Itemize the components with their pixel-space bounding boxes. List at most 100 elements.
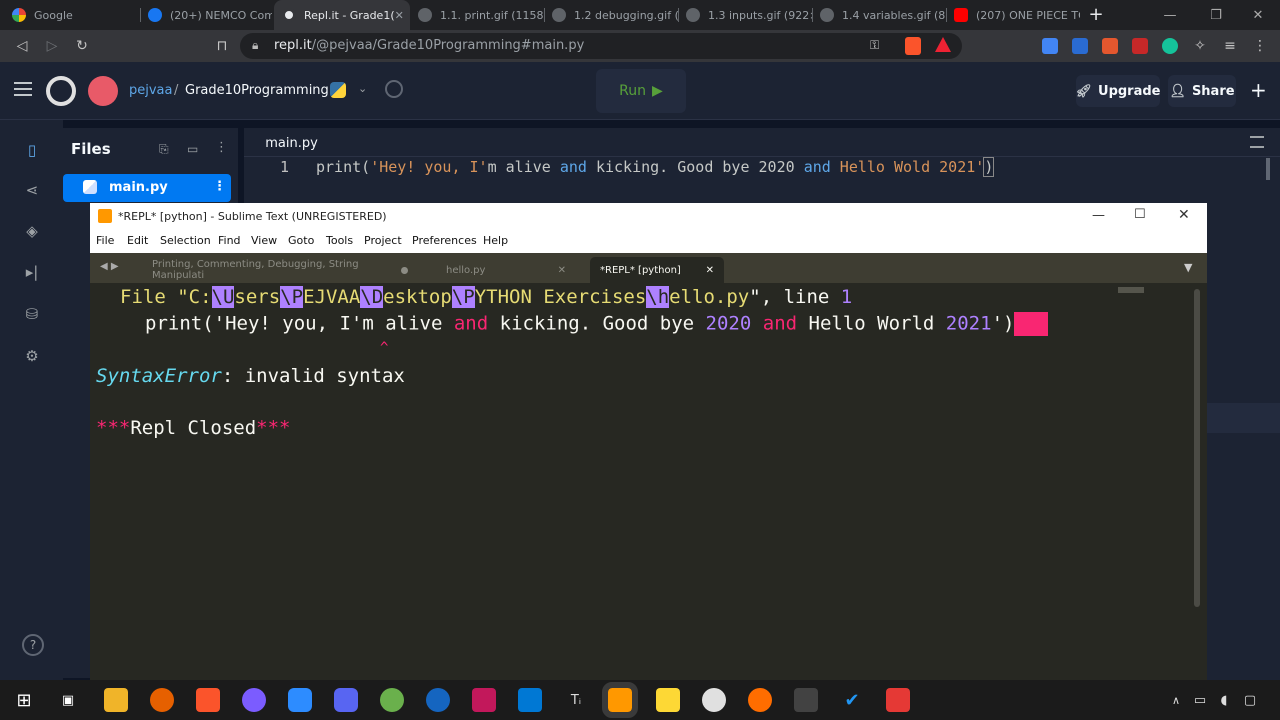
more-options-icon[interactable]: ⋮ bbox=[215, 140, 228, 155]
forward-icon[interactable]: ▷ bbox=[42, 36, 62, 56]
todo-icon[interactable]: ✔ bbox=[840, 688, 864, 712]
maximize-icon[interactable]: ❐ bbox=[1194, 0, 1238, 30]
network-icon[interactable] bbox=[426, 688, 450, 712]
brave-icon[interactable] bbox=[196, 688, 220, 712]
close-window-icon[interactable]: ✕ bbox=[1178, 207, 1190, 223]
close-tab-icon[interactable]: ✕ bbox=[706, 265, 714, 276]
replit-logo-icon[interactable] bbox=[46, 76, 76, 106]
sublime-text-icon[interactable] bbox=[602, 682, 638, 718]
new-folder-icon[interactable]: ▭ bbox=[187, 142, 198, 156]
notification-icon[interactable]: ▢ bbox=[1238, 688, 1262, 712]
hamburger-menu-icon[interactable] bbox=[14, 82, 32, 96]
key-icon[interactable]: ⚿ bbox=[870, 38, 879, 53]
chevron-up-icon[interactable]: ∧ bbox=[1164, 688, 1188, 712]
search-app-icon[interactable] bbox=[748, 688, 772, 712]
reload-icon[interactable]: ↻ bbox=[72, 36, 92, 56]
clock-icon[interactable] bbox=[702, 688, 726, 712]
new-tab-button[interactable]: + bbox=[1086, 4, 1106, 25]
extension-icon[interactable] bbox=[1132, 38, 1148, 54]
close-tab-icon[interactable]: ✕ bbox=[558, 265, 566, 276]
run-button[interactable]: Run ▶ bbox=[596, 69, 686, 113]
menu-edit[interactable]: Edit bbox=[127, 234, 148, 247]
editor-tab-main-py[interactable]: main.py bbox=[244, 128, 339, 158]
share-icon[interactable]: ⋖ bbox=[22, 180, 42, 200]
add-button[interactable]: + bbox=[1250, 78, 1267, 102]
terminal-icon[interactable] bbox=[794, 688, 818, 712]
editor-scrollbar[interactable] bbox=[1266, 158, 1270, 180]
minimize-icon[interactable]: — bbox=[1148, 0, 1192, 30]
firefox-icon[interactable] bbox=[150, 688, 174, 712]
minimap[interactable] bbox=[1118, 287, 1144, 293]
menu-view[interactable]: View bbox=[251, 234, 277, 247]
browser-tab[interactable]: 1.3 inputs.gif (922× bbox=[678, 0, 812, 30]
menu-goto[interactable]: Goto bbox=[288, 234, 314, 247]
task-view-icon[interactable]: ▣ bbox=[56, 688, 80, 712]
file-options-icon[interactable]: ⋮ bbox=[213, 179, 226, 194]
username-link[interactable]: pejvaa bbox=[129, 83, 173, 98]
grammarly-icon[interactable] bbox=[1162, 38, 1178, 54]
vscode-icon[interactable] bbox=[518, 688, 542, 712]
history-icon[interactable] bbox=[385, 80, 403, 98]
typora-icon[interactable]: Tᵢ bbox=[564, 688, 588, 712]
help-icon[interactable]: ? bbox=[22, 634, 44, 656]
sublime-tab[interactable]: hello.py ✕ bbox=[436, 257, 576, 283]
settings-icon[interactable]: ⚙ bbox=[22, 346, 42, 366]
android-icon[interactable] bbox=[380, 688, 404, 712]
download-icon[interactable] bbox=[1072, 38, 1088, 54]
close-window-icon[interactable]: ✕ bbox=[1236, 0, 1280, 30]
file-item-main-py[interactable]: main.py ⋮ bbox=[63, 174, 231, 202]
file-explorer-icon[interactable] bbox=[104, 688, 128, 712]
browser-tab[interactable]: (20+) NEMCO Comp bbox=[140, 0, 272, 30]
puzzle-icon[interactable]: ✧ bbox=[1190, 36, 1210, 56]
battery-icon[interactable]: ▭ bbox=[1188, 688, 1212, 712]
browser-tab[interactable]: (207) ONE PIECE TO bbox=[946, 0, 1080, 30]
files-icon[interactable]: ▯ bbox=[22, 140, 42, 160]
zoom-icon[interactable] bbox=[288, 688, 312, 712]
menu-file[interactable]: File bbox=[96, 234, 114, 247]
share-button[interactable]: 👤︎ Share bbox=[1168, 75, 1236, 107]
app-icon[interactable] bbox=[886, 688, 910, 712]
sticky-notes-icon[interactable] bbox=[656, 688, 680, 712]
avatar[interactable] bbox=[88, 76, 118, 106]
playlist-icon[interactable]: ≡ bbox=[1220, 36, 1240, 56]
menu-find[interactable]: Find bbox=[218, 234, 241, 247]
speaker-icon[interactable]: ◖ bbox=[1212, 688, 1236, 712]
brave-rewards-icon[interactable] bbox=[935, 37, 951, 52]
editor-menu-icon[interactable] bbox=[1250, 136, 1264, 148]
browser-tab[interactable]: 1.1. print.gif (1158× bbox=[410, 0, 544, 30]
minimize-icon[interactable]: — bbox=[1092, 208, 1105, 223]
tab-dropdown-icon[interactable]: ▼ bbox=[1184, 261, 1192, 274]
bookmark-icon[interactable]: ⊓ bbox=[212, 36, 232, 56]
chevron-down-icon[interactable]: ⌄ bbox=[358, 82, 367, 95]
sublime-tab[interactable]: Printing, Commenting, Debugging, String … bbox=[142, 257, 418, 283]
messenger-icon[interactable] bbox=[242, 688, 266, 712]
browser-tab[interactable]: 1.2 debugging.gif (9 bbox=[544, 0, 678, 30]
debugger-icon[interactable]: ▸| bbox=[22, 262, 42, 282]
discord-icon[interactable] bbox=[334, 688, 358, 712]
tab-nav-arrows-icon[interactable]: ◀ ▶ bbox=[100, 261, 119, 272]
menu-project[interactable]: Project bbox=[364, 234, 402, 247]
address-bar[interactable]: 🔒︎ repl.it/@pejvaa/Grade10Programming#ma… bbox=[240, 33, 962, 59]
close-tab-icon[interactable]: ✕ bbox=[395, 9, 404, 22]
sublime-tab-active[interactable]: *REPL* [python] ✕ bbox=[590, 257, 724, 283]
browser-tab-active[interactable]: Repl.it - Grade1( ✕ bbox=[274, 0, 410, 30]
database-icon[interactable]: ⛁ bbox=[22, 304, 42, 324]
packages-icon[interactable]: ◈ bbox=[22, 221, 42, 241]
menu-help[interactable]: Help bbox=[483, 234, 508, 247]
menu-tools[interactable]: Tools bbox=[326, 234, 353, 247]
menu-preferences[interactable]: Preferences bbox=[412, 234, 477, 247]
windows-start-icon[interactable]: ⊞ bbox=[12, 688, 36, 712]
project-title[interactable]: Grade10Programming bbox=[185, 83, 329, 98]
browser-tab[interactable]: 1.4 variables.gif (80 bbox=[812, 0, 946, 30]
code-line[interactable]: print('Hey! you, I'm alive and kicking. … bbox=[316, 157, 995, 177]
back-icon[interactable]: ◁ bbox=[12, 36, 32, 56]
app-icon[interactable] bbox=[472, 688, 496, 712]
maximize-icon[interactable]: ☐ bbox=[1134, 207, 1146, 222]
new-file-icon[interactable]: ⎘ bbox=[159, 142, 169, 157]
scrollbar[interactable] bbox=[1194, 289, 1200, 607]
upgrade-button[interactable]: 🚀︎ Upgrade bbox=[1076, 75, 1161, 107]
repl-output[interactable]: File "C:\Users\PEJVAA\Desktop\PYTHON Exe… bbox=[90, 283, 1207, 680]
brave-shield-icon[interactable] bbox=[905, 37, 921, 55]
browser-tab[interactable]: Google bbox=[4, 0, 140, 30]
translate-icon[interactable] bbox=[1042, 38, 1058, 54]
